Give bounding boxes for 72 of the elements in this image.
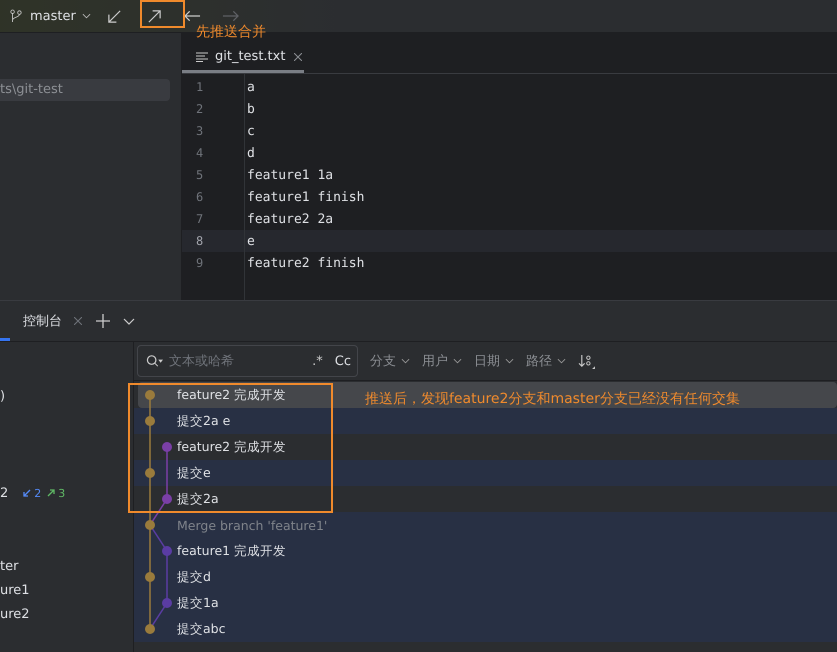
commit-row[interactable]: 提交1a bbox=[134, 590, 837, 616]
branch-icon bbox=[10, 9, 22, 23]
chevron-down-icon bbox=[82, 13, 91, 19]
line-number: 6 bbox=[195, 190, 204, 204]
filter-dropdown[interactable]: 日期 bbox=[474, 352, 514, 370]
chevron-down-icon bbox=[401, 358, 410, 364]
branch-selector[interactable]: master bbox=[30, 8, 91, 24]
arrow-up-right-icon bbox=[47, 489, 56, 497]
chevron-down-icon bbox=[453, 358, 462, 364]
commit-row[interactable]: feature1 完成开发 bbox=[134, 538, 837, 564]
branch-label[interactable]: ter bbox=[0, 558, 18, 574]
file-tab[interactable]: git_test.txt bbox=[182, 43, 304, 73]
branch-label[interactable]: ) bbox=[0, 388, 6, 404]
code-line: feature2 2a bbox=[247, 212, 334, 226]
outgoing-count: 3 bbox=[58, 486, 66, 500]
arrow-up-right-icon bbox=[147, 8, 162, 24]
filter-dropdown[interactable]: 用户 bbox=[422, 352, 462, 370]
incoming-count: 2 bbox=[34, 486, 42, 500]
sort-icon[interactable] bbox=[578, 354, 595, 368]
commit-message: Merge branch 'feature1' bbox=[177, 518, 328, 532]
chevron-down-icon bbox=[505, 358, 514, 364]
branch-label[interactable]: ure2 bbox=[0, 606, 30, 622]
line-number: 7 bbox=[195, 212, 204, 226]
commit-message: 提交e bbox=[177, 464, 211, 482]
commit-message: 提交d bbox=[177, 568, 211, 586]
commit-message: 提交abc bbox=[177, 620, 226, 638]
line-number: 9 bbox=[195, 256, 204, 270]
close-icon[interactable] bbox=[294, 52, 302, 60]
branch-label[interactable]: 2 bbox=[0, 486, 8, 500]
arrow-left-icon bbox=[184, 10, 202, 22]
arrow-down-left-icon bbox=[107, 8, 122, 24]
line-number: 2 bbox=[195, 102, 204, 116]
commit-message: feature1 完成开发 bbox=[177, 542, 286, 560]
regex-toggle[interactable]: .* bbox=[312, 354, 323, 368]
search-field[interactable]: 文本或哈希 .* Cc bbox=[137, 345, 358, 377]
annotation-text: 先推送合并 bbox=[196, 23, 266, 41]
commit-row[interactable]: 提交e bbox=[134, 460, 837, 486]
branch-label[interactable]: ure1 bbox=[0, 582, 30, 598]
match-case-toggle[interactable]: Cc bbox=[334, 354, 351, 368]
code-line: c bbox=[247, 124, 255, 138]
commit-message: 提交2a e bbox=[177, 412, 230, 430]
add-icon[interactable] bbox=[96, 314, 110, 328]
code-line: a bbox=[247, 80, 255, 94]
commit-message: feature2 完成开发 bbox=[177, 386, 286, 404]
line-number: 1 bbox=[195, 80, 204, 94]
commit-message: feature2 完成开发 bbox=[177, 438, 286, 456]
line-number: 8 bbox=[195, 234, 204, 248]
filter-dropdown[interactable]: 分支 bbox=[370, 352, 410, 370]
arrow-right-icon bbox=[222, 10, 240, 22]
close-icon[interactable] bbox=[74, 317, 82, 325]
commit-message: 提交1a bbox=[177, 594, 219, 612]
line-number: 5 bbox=[195, 168, 204, 182]
chevron-down-icon bbox=[557, 358, 566, 364]
chevron-down-icon[interactable] bbox=[123, 318, 135, 324]
code-line: feature1 finish bbox=[247, 190, 364, 204]
line-number: 3 bbox=[195, 124, 204, 138]
commit-row[interactable]: 提交2a e bbox=[134, 408, 837, 434]
commit-row[interactable]: 提交abc bbox=[134, 616, 837, 642]
arrow-down-left-icon bbox=[23, 489, 32, 497]
code-line: b bbox=[247, 102, 255, 116]
console-tab[interactable]: 控制台 bbox=[23, 312, 82, 330]
filter-dropdown[interactable]: 路径 bbox=[526, 352, 566, 370]
text-file-icon bbox=[196, 52, 208, 62]
line-number: 4 bbox=[195, 146, 204, 160]
code-line: feature1 1a bbox=[247, 168, 334, 182]
commit-message: 提交2a bbox=[177, 490, 219, 508]
annotation-text: 推送后，发现feature2分支和master分支已经没有任何交集 bbox=[365, 390, 740, 408]
code-line: feature2 finish bbox=[247, 256, 364, 270]
code-line: d bbox=[247, 146, 255, 160]
commit-row[interactable]: 提交d bbox=[134, 564, 837, 590]
search-icon bbox=[146, 354, 163, 368]
code-line: e bbox=[247, 234, 255, 248]
